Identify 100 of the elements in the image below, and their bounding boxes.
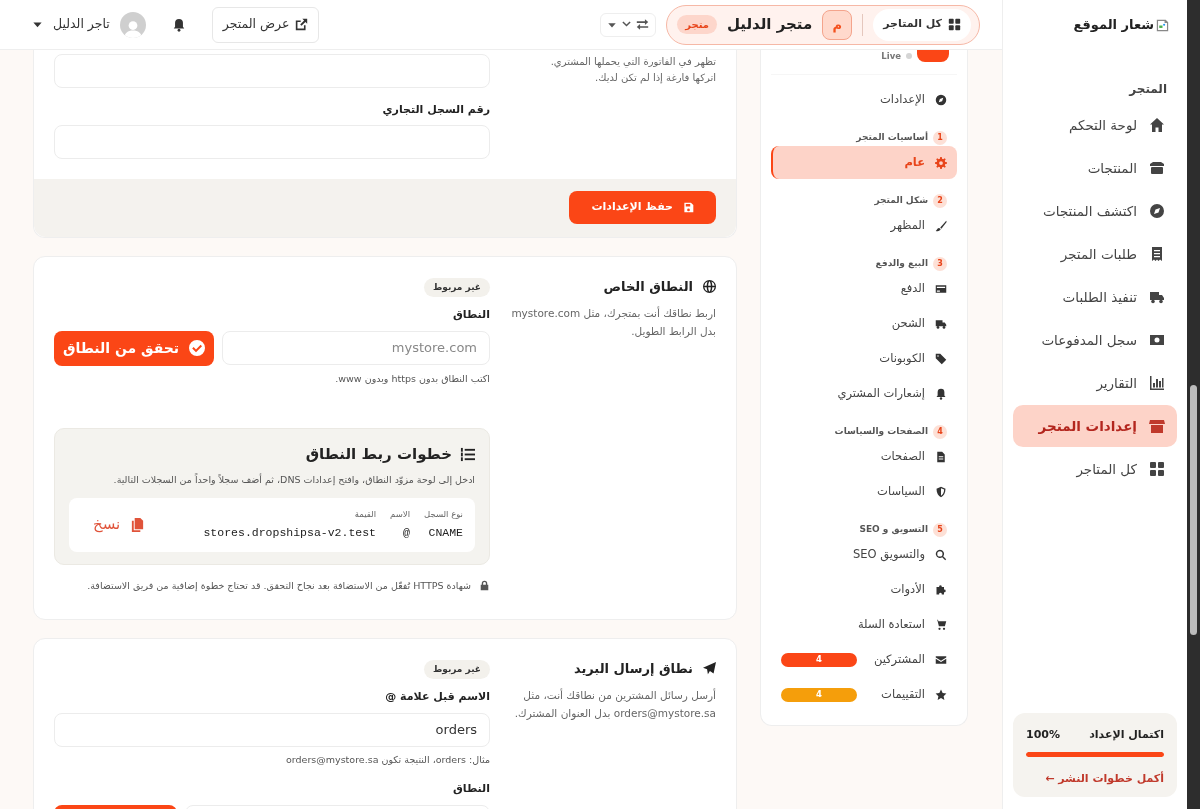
- hint-text: مثال: orders، النتيجة تكون orders@mystore.sa: [285, 752, 490, 767]
- credit-card-icon: [935, 282, 947, 295]
- compass-icon: [1149, 203, 1165, 219]
- puzzle-icon: [935, 583, 947, 596]
- settings-nav-item[interactable]: الصفحات: [771, 440, 957, 473]
- sidebar-item[interactable]: كل المتاجر: [1013, 448, 1177, 490]
- field-label: النطاق: [451, 307, 490, 323]
- domain-field[interactable]: mystore.com: [222, 330, 490, 365]
- group-title: التسويق و SEO: [859, 523, 928, 537]
- store-tag: متجر: [677, 15, 717, 34]
- cart-icon: [935, 618, 947, 631]
- verify-button[interactable]: تحقق من النطاق: [54, 330, 214, 366]
- step-number: 5: [933, 523, 947, 537]
- gear-icon: [935, 156, 947, 169]
- column-header: القيمة: [353, 507, 376, 521]
- column-header: نوع السجل: [424, 507, 463, 521]
- settings-nav-item[interactable]: الأدوات: [771, 573, 957, 606]
- globe-icon: [703, 279, 716, 293]
- truck-icon: [1149, 289, 1165, 305]
- section-title: المتجر: [1127, 81, 1168, 98]
- envelope-icon: [935, 653, 947, 666]
- broken-image-icon: [1156, 18, 1169, 32]
- settings-nav-item[interactable]: استعادة السلة: [771, 608, 957, 641]
- logo-text: شعار الموقع: [1073, 16, 1154, 35]
- group-title: شكل المتجر: [874, 194, 928, 208]
- group-title: البيع والدفع: [875, 257, 928, 271]
- card-description: اربط نطاقك أنت بمتجرك، مثل mystore.com بدل الرابط الطويل.: [510, 305, 716, 340]
- hint-text: اكتب النطاق بدون https وبدون www.: [334, 371, 490, 386]
- sidebar-item[interactable]: المنتجات: [1013, 147, 1177, 189]
- notification-icon: [171, 17, 186, 32]
- chevron-icon: [621, 19, 633, 30]
- save-button[interactable]: حفظ الإعدادات: [569, 190, 716, 224]
- store-icon: [1149, 418, 1165, 434]
- external-link-icon: [295, 18, 309, 31]
- settings-nav-item[interactable]: السياسات: [771, 475, 957, 508]
- status-pill[interactable]: [917, 50, 949, 62]
- truck-icon: [935, 317, 947, 330]
- step-number: 1: [933, 131, 947, 145]
- grid-icon: [1149, 461, 1165, 477]
- receipt-icon: [1149, 246, 1165, 262]
- save-icon: [683, 201, 694, 213]
- sidebar-item[interactable]: اكتشف المنتجات: [1013, 190, 1177, 232]
- all-stores-button[interactable]: كل المتاجر: [873, 8, 971, 41]
- copy-button[interactable]: نسخ: [81, 513, 158, 536]
- bar-chart-icon: [1149, 375, 1165, 391]
- sidebar-item[interactable]: إعدادات المتجر: [1013, 405, 1177, 447]
- status-badge: غير مربوط: [423, 277, 490, 297]
- switch-dropdown[interactable]: [600, 12, 657, 37]
- document-icon: [935, 450, 947, 463]
- user-name[interactable]: تاجر الدليل: [53, 15, 110, 34]
- step-number: 4: [933, 425, 947, 439]
- scroll-thumb[interactable]: [1190, 385, 1197, 635]
- step-number: 3: [933, 257, 947, 271]
- settings-nav-item[interactable]: الشحن: [771, 307, 957, 340]
- steps-title: خطوات ربط النطاق: [305, 443, 452, 465]
- search-icon: [935, 548, 947, 561]
- box-icon: [1149, 160, 1165, 176]
- record-value: @: [402, 525, 410, 542]
- settings-nav-item[interactable]: الإعدادات: [771, 83, 957, 116]
- group-title: الصفحات والسياسات: [834, 425, 928, 439]
- settings-nav-item[interactable]: والتسويق SEO: [771, 538, 957, 571]
- status-badge: غير مربوط: [423, 659, 490, 680]
- user-avatar[interactable]: [119, 11, 146, 38]
- view-store-button[interactable]: عرض المتجر: [211, 6, 320, 43]
- progress-title: اكتمال الإعداد: [1089, 727, 1164, 743]
- sidebar-item[interactable]: سجل المدفوعات: [1013, 319, 1177, 361]
- column-header: الاسم: [390, 507, 410, 521]
- count-badge: 4: [781, 652, 857, 667]
- field-label: رقم السجل التجاري: [381, 102, 490, 118]
- settings-nav-item[interactable]: الكوبونات: [771, 342, 957, 375]
- compass-icon: [935, 93, 947, 106]
- sidebar-item[interactable]: التقارير: [1013, 362, 1177, 404]
- settings-nav-item[interactable]: المظهر: [771, 209, 957, 242]
- banknote-icon: [1149, 332, 1165, 348]
- list-icon: [460, 446, 475, 462]
- field-label: الاسم قبل علامة @: [384, 689, 490, 706]
- settings-nav-item[interactable]: إشعارات المشتري: [771, 377, 957, 410]
- progress-percent: 100%: [1026, 727, 1060, 743]
- help-text: تظهر في الفاتورة التي يحملها المشتري.: [549, 55, 716, 70]
- group-title: أساسيات المتجر: [856, 131, 928, 145]
- sidebar-item[interactable]: تنفيذ الطلبات: [1013, 276, 1177, 318]
- scrollbar[interactable]: [1187, 0, 1200, 809]
- grid-icon: [948, 18, 961, 31]
- settings-nav-item[interactable]: الدفع: [771, 272, 957, 305]
- caret-icon: [32, 19, 43, 30]
- lock-icon: [479, 580, 490, 592]
- tag-icon: [935, 352, 947, 365]
- star-icon: [935, 688, 947, 701]
- store-name: متجر الدليل: [726, 14, 813, 36]
- sidebar-item[interactable]: لوحة التحكم: [1013, 104, 1177, 146]
- publish-steps-link[interactable]: أكمل خطوات النشر ←: [1045, 771, 1164, 785]
- status-dot-icon: [906, 53, 912, 59]
- input-field[interactable]: orders: [54, 712, 490, 747]
- shield-icon: [935, 485, 947, 498]
- store-avatar: م: [822, 9, 853, 40]
- sidebar-item[interactable]: طلبات المتجر: [1013, 233, 1177, 275]
- card-title: النطاق الخاص: [603, 277, 693, 296]
- status-text: Live: [881, 50, 901, 63]
- brush-icon: [935, 219, 947, 232]
- record-value: stores.dropshipsa-v2.test: [203, 525, 376, 542]
